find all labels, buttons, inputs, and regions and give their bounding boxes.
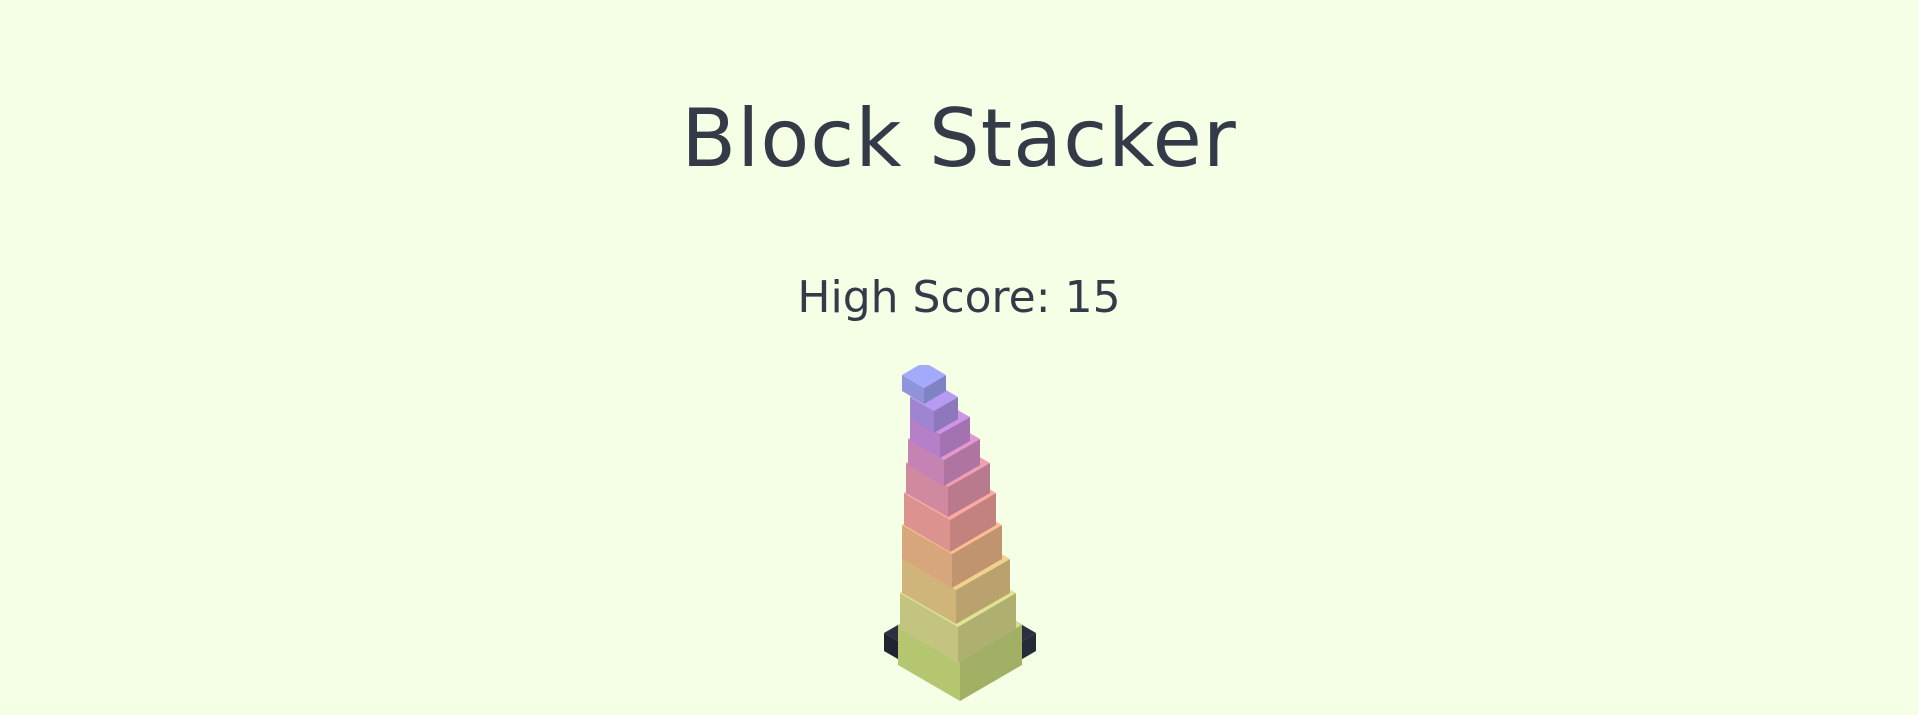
- high-score: High Score: 15: [0, 272, 1918, 324]
- high-score-value: 15: [1064, 272, 1121, 323]
- high-score-label: High Score:: [797, 272, 1051, 323]
- game-title: Block Stacker: [681, 92, 1237, 185]
- block-tower: [884, 365, 1036, 701]
- stacked-blocks: [898, 365, 1022, 701]
